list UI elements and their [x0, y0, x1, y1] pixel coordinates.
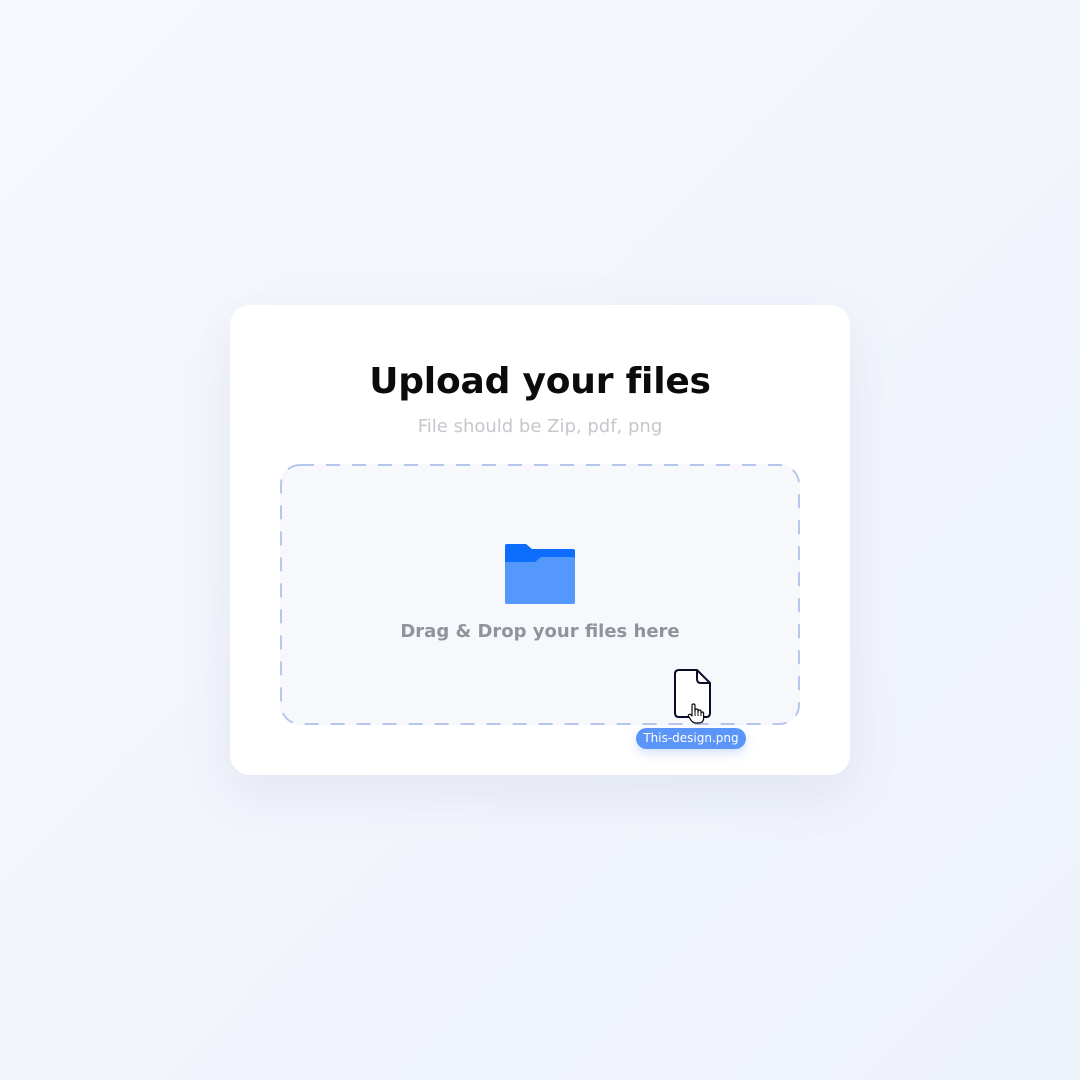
file-type-hint: File should be Zip, pdf, png: [417, 416, 663, 437]
folder-icon: [504, 544, 576, 604]
dragged-file-name: This-design.png: [636, 728, 746, 749]
drop-zone[interactable]: Drag & Drop your files here: [280, 464, 800, 725]
dragged-file[interactable]: [672, 668, 712, 730]
drop-instructions: Drag & Drop your files here: [400, 621, 680, 642]
page-title: Upload your files: [369, 361, 711, 402]
hand-cursor-icon: [686, 702, 706, 726]
upload-card: Upload your files File should be Zip, pd…: [230, 305, 850, 775]
